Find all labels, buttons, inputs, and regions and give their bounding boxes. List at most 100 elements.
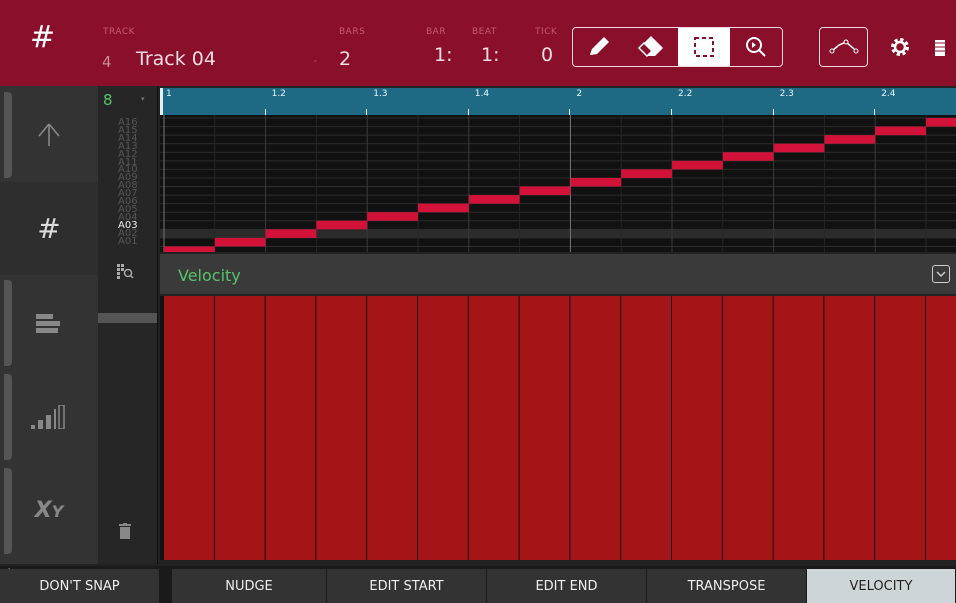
grid-icon: # xyxy=(37,212,61,245)
grid-size-value[interactable]: 8 xyxy=(103,91,113,109)
nav-item-bars[interactable] xyxy=(0,276,98,369)
note-label[interactable]: A01 xyxy=(118,236,138,247)
select-tool-button[interactable] xyxy=(677,28,730,66)
note-event[interactable] xyxy=(926,118,956,127)
velocity-button[interactable]: VELOCITY xyxy=(807,569,956,603)
velocity-bar[interactable] xyxy=(468,296,519,560)
note-grid-canvas xyxy=(160,115,956,252)
note-event[interactable] xyxy=(468,195,520,204)
track-dropdown-icon[interactable]: ⌄ xyxy=(312,55,319,64)
ruler-label: 2 xyxy=(576,89,583,99)
ruler-label: 2.3 xyxy=(779,89,794,99)
velocity-bar[interactable] xyxy=(164,296,214,560)
velocity-bar[interactable] xyxy=(926,296,956,560)
note-event[interactable] xyxy=(824,135,876,144)
velocity-bar[interactable] xyxy=(773,296,824,560)
chevron-down-icon xyxy=(936,271,946,278)
edit-start-button[interactable]: EDIT START xyxy=(327,569,487,603)
velocity-lane[interactable] xyxy=(160,296,956,560)
track-name-field[interactable]: Track 04 xyxy=(136,48,216,70)
ruler-label: 1.2 xyxy=(271,89,286,99)
note-event[interactable] xyxy=(164,246,215,252)
grid-menu-icon[interactable]: # xyxy=(30,20,55,55)
highlighted-note-row xyxy=(98,313,157,323)
bars-field[interactable]: 2 xyxy=(339,48,351,70)
velocity-bar[interactable] xyxy=(265,296,316,560)
note-event[interactable] xyxy=(418,203,469,213)
bar-field[interactable]: 1: xyxy=(434,44,453,66)
automation-button[interactable] xyxy=(819,27,868,67)
ruler-label: 2.2 xyxy=(678,89,693,99)
timeline-ruler[interactable]: 1 1.2 1.3 1.4 2 2.2 2.3 2.4 xyxy=(160,88,956,115)
eraser-tool-button[interactable] xyxy=(625,28,677,66)
bars-icon xyxy=(36,313,60,333)
bars-label: BARS xyxy=(339,27,366,37)
trash-icon[interactable] xyxy=(118,523,132,539)
level-icon xyxy=(31,404,65,429)
playhead[interactable] xyxy=(160,88,163,115)
battery-icon xyxy=(932,38,948,58)
track-number: 4 xyxy=(102,53,112,71)
velocity-bar[interactable] xyxy=(316,296,367,560)
dont-snap-button[interactable]: DON'T SNAP xyxy=(0,569,160,603)
app-window: # TRACK 4 Track 04 ⌄ BARS 2 BAR 1: BEAT … xyxy=(0,0,956,603)
left-nav: # XY xyxy=(0,86,98,564)
nav-item-xy[interactable]: XY xyxy=(0,464,98,557)
velocity-bar[interactable] xyxy=(824,296,875,560)
zoom-tool-button[interactable] xyxy=(730,28,782,66)
ruler-label: 1 xyxy=(166,89,172,99)
velocity-lane-header: Velocity xyxy=(160,254,956,294)
zoom-icon xyxy=(745,37,766,57)
note-event[interactable] xyxy=(519,186,571,196)
ruler-label: 1.4 xyxy=(474,89,490,99)
velocity-bar[interactable] xyxy=(519,296,570,560)
eraser-icon xyxy=(638,36,664,58)
ruler-label: 2.4 xyxy=(881,89,896,99)
note-event[interactable] xyxy=(570,177,622,187)
velocity-lane-title: Velocity xyxy=(178,266,241,285)
note-label[interactable]: A03 xyxy=(118,220,138,231)
grid-size-dropdown-icon[interactable]: ▾ xyxy=(141,95,145,103)
nav-item-level[interactable] xyxy=(0,370,98,463)
velocity-bar[interactable] xyxy=(367,296,417,560)
velocity-bar[interactable] xyxy=(875,296,925,560)
note-event[interactable] xyxy=(265,229,317,238)
note-grid[interactable] xyxy=(160,115,956,252)
automation-icon xyxy=(829,39,858,54)
bottom-function-bar: ▲ DON'T SNAP NUDGE EDIT START EDIT END T… xyxy=(0,566,956,603)
note-event[interactable] xyxy=(875,126,926,136)
velocity-bar[interactable] xyxy=(722,296,773,560)
header-bar: # TRACK 4 Track 04 ⌄ BARS 2 BAR 1: BEAT … xyxy=(0,0,956,86)
transpose-button[interactable]: TRANSPOSE xyxy=(647,569,807,603)
tool-selector xyxy=(572,27,783,67)
velocity-lane-canvas xyxy=(164,296,956,560)
edit-end-button[interactable]: EDIT END xyxy=(487,569,647,603)
velocity-bar[interactable] xyxy=(214,296,265,560)
pencil-icon xyxy=(590,37,610,55)
note-event[interactable] xyxy=(722,152,774,161)
pencil-tool-button[interactable] xyxy=(573,28,625,66)
velocity-bar[interactable] xyxy=(418,296,468,560)
velocity-bar[interactable] xyxy=(621,296,671,560)
bar-label: BAR xyxy=(426,27,447,37)
note-event[interactable] xyxy=(672,160,723,170)
xy-icon: XY xyxy=(34,498,64,523)
note-event[interactable] xyxy=(214,237,266,247)
note-event[interactable] xyxy=(316,220,368,230)
nav-item-up[interactable] xyxy=(0,88,98,181)
settings-button[interactable] xyxy=(885,32,915,62)
nudge-button[interactable]: NUDGE xyxy=(172,569,327,603)
note-event[interactable] xyxy=(367,212,418,221)
tick-field[interactable]: 0 xyxy=(541,44,553,66)
up-arrow-icon xyxy=(38,122,60,146)
velocity-lane-dropdown-button[interactable] xyxy=(932,265,950,283)
nav-item-grid[interactable]: # xyxy=(0,182,98,275)
velocity-zoom-icon[interactable] xyxy=(116,263,134,281)
velocity-bar[interactable] xyxy=(672,296,722,560)
gear-icon xyxy=(891,38,909,56)
velocity-bar[interactable] xyxy=(570,296,621,560)
note-event[interactable] xyxy=(621,169,672,178)
ruler-label: 1.3 xyxy=(373,89,388,99)
beat-field[interactable]: 1: xyxy=(481,44,500,66)
note-event[interactable] xyxy=(773,143,825,153)
